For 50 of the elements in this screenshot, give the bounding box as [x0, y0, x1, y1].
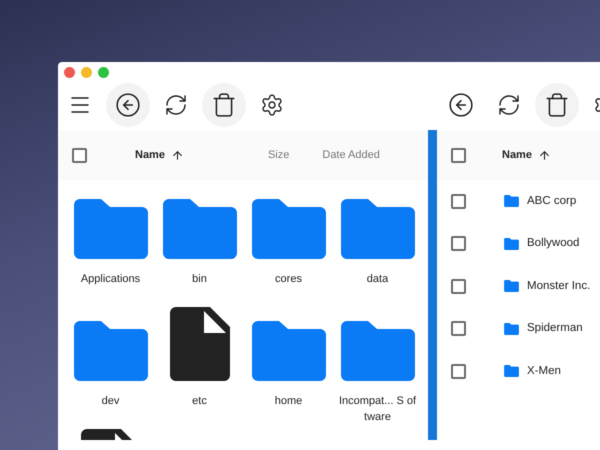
settings-icon — [260, 93, 284, 117]
folder-icon — [340, 199, 414, 259]
folder-name[interactable]: Monster Inc. — [527, 278, 590, 295]
folder-icon — [162, 199, 236, 259]
refresh-icon — [497, 93, 521, 117]
row-checkbox[interactable] — [451, 194, 466, 209]
folder-icon — [252, 321, 326, 381]
folder-icon — [340, 321, 414, 381]
file-name: Applications — [80, 272, 142, 287]
select-all-checkbox[interactable] — [451, 148, 466, 162]
folder-icon — [74, 321, 148, 381]
row-checkbox[interactable] — [451, 321, 466, 336]
file-name: bin — [191, 272, 208, 287]
folder-name[interactable]: Spiderman — [527, 320, 583, 338]
folder-icon — [74, 199, 148, 259]
file-name: home — [274, 394, 304, 409]
row-checkbox[interactable] — [451, 364, 466, 379]
trash-icon — [211, 92, 237, 118]
trash-button[interactable] — [202, 83, 246, 127]
file-name: cores — [274, 272, 303, 287]
file-name: etc — [191, 394, 208, 409]
file-name: Incompat... S oftware — [338, 394, 418, 425]
row-checkbox[interactable] — [451, 278, 466, 294]
refresh-icon — [164, 93, 188, 117]
back-button[interactable] — [106, 83, 150, 127]
back-icon — [115, 92, 141, 118]
folder-icon — [504, 322, 519, 335]
sort-arrow-icon — [538, 148, 551, 162]
trash-icon — [544, 92, 570, 118]
column-header[interactable]: Size — [268, 146, 290, 164]
window-control[interactable] — [64, 66, 75, 78]
column-header[interactable]: Name — [502, 146, 551, 164]
trash-button[interactable] — [535, 83, 579, 127]
row-checkbox[interactable] — [451, 236, 466, 252]
folder-name[interactable]: X-Men — [527, 362, 561, 380]
file-name: data — [366, 272, 390, 287]
folder-icon — [504, 280, 519, 292]
file-icon — [170, 307, 230, 381]
folder-name[interactable]: ABC corp — [527, 192, 576, 210]
folder-icon — [504, 365, 519, 378]
column-header[interactable]: Name — [135, 146, 184, 164]
sort-arrow-icon — [170, 148, 184, 162]
folder-icon — [504, 195, 519, 208]
folder-icon — [252, 199, 326, 259]
column-header[interactable]: Date Added — [322, 146, 380, 164]
select-all-checkbox[interactable] — [72, 148, 87, 162]
file-name: dev — [100, 394, 120, 409]
folder-name[interactable]: Bollywood — [527, 235, 580, 252]
back-icon — [448, 92, 474, 118]
folder-icon — [504, 238, 519, 250]
